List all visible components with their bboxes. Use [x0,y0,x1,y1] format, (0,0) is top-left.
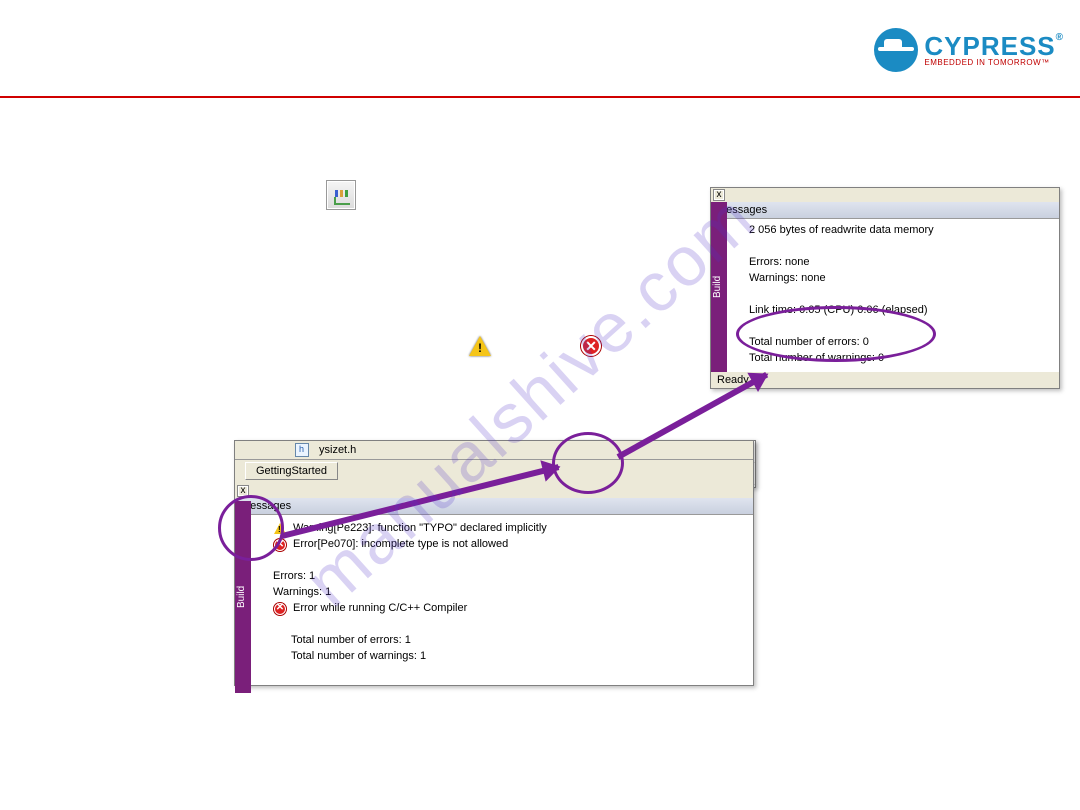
messages-title: Messages [235,498,753,515]
tab-gettingstarted[interactable]: GettingStarted [245,462,338,480]
cypress-logo: CYPRESS® EMBEDDED IN TOMORROW™ [874,28,1064,72]
compiler-error: Error while running C/C++ Compiler [293,601,467,617]
header-file-icon [295,443,309,457]
cypress-logo-mark [874,28,918,72]
error-message[interactable]: Error[Pe070]: incomplete type is not all… [293,537,508,553]
cypress-tagline: EMBEDDED IN TOMORROW™ [924,59,1064,67]
messages-title: Messages [711,202,1059,219]
messages-panel-success: x Messages 2 056 bytes of readwrite data… [710,187,1060,389]
msg-errors: Errors: none [749,255,1051,271]
close-button[interactable]: x [237,485,249,497]
warning-message[interactable]: Warning[Pe223]: function "TYPO" declared… [293,521,547,537]
error-icon: ✕ [274,539,286,551]
chart-add-icon[interactable] [326,180,356,210]
errors-count: Errors: 1 [273,569,745,585]
cypress-brand: CYPRESS® [924,33,1064,59]
build-tab[interactable]: Build [235,501,251,693]
error-icon: ✕ [274,603,286,615]
msg-linktime: Link time: 0.05 (CPU) 0.06 (elapsed) [749,303,1051,319]
error-icon: ✕ [581,336,603,358]
total-errors: Total number of errors: 1 [273,633,745,649]
build-tab[interactable]: Build [711,202,727,372]
close-button[interactable]: x [713,189,725,201]
status-bar: Ready [711,371,1059,388]
messages-panel-errors: ysizet.h GettingStarted x Messages Warni… [234,440,754,686]
msg-memory: 2 056 bytes of readwrite data memory [749,223,1051,239]
total-warnings: Total number of warnings: 1 [273,649,745,665]
msg-total-errors: Total number of errors: 0 [749,335,1051,351]
header-divider [0,96,1080,98]
file-name[interactable]: ysizet.h [319,444,356,456]
warning-icon [274,523,286,534]
msg-total-warnings: Total number of warnings: 0 [749,351,1051,367]
msg-warnings: Warnings: none [749,271,1051,287]
warnings-count: Warnings: 1 [273,585,745,601]
warning-icon [469,336,495,362]
